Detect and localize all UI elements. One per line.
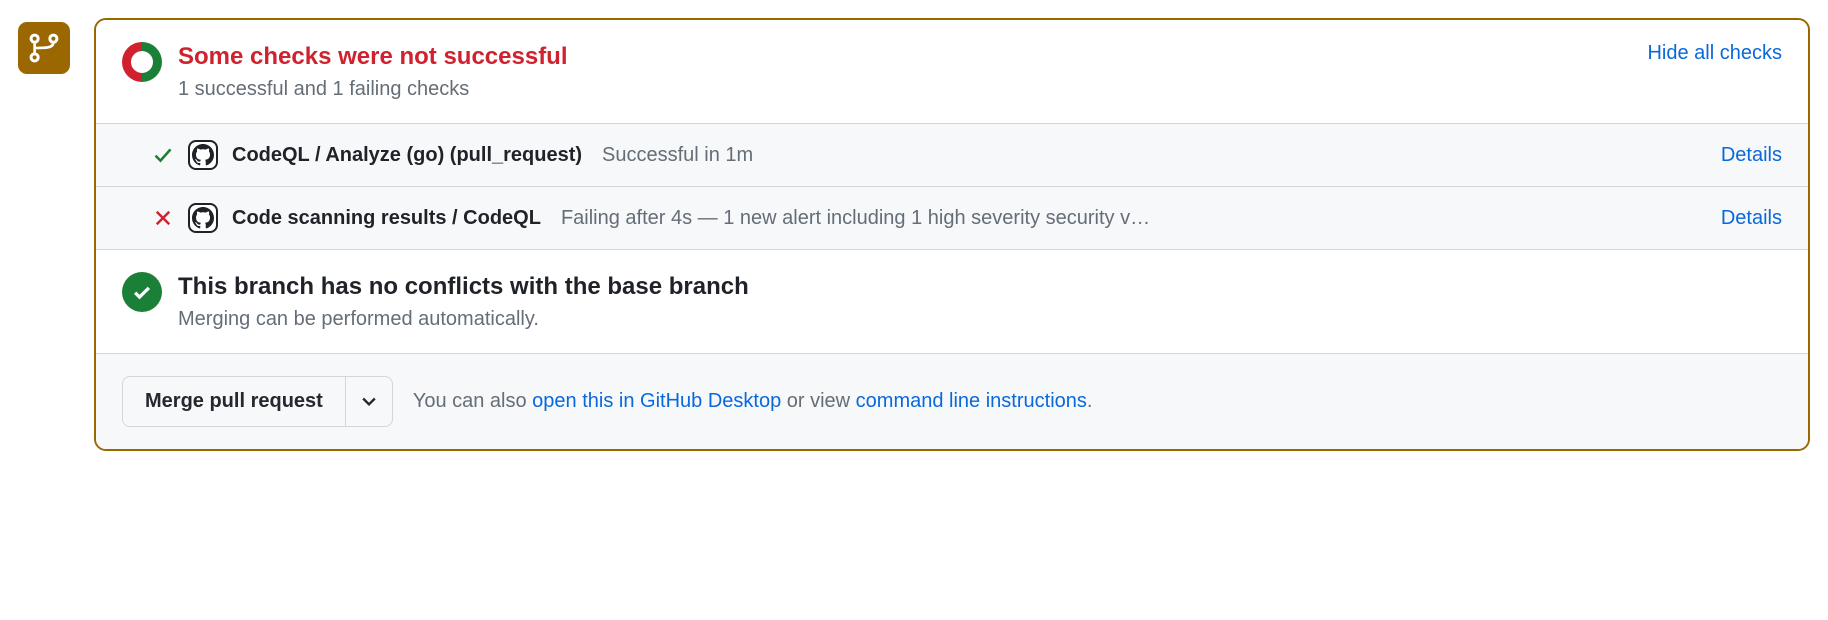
footer-text: or view xyxy=(781,390,855,412)
chevron-down-icon xyxy=(362,397,376,407)
git-branch-icon xyxy=(29,33,59,63)
timeline-git-badge xyxy=(18,22,70,74)
merge-status-section: This branch has no conflicts with the ba… xyxy=(96,250,1808,353)
github-icon xyxy=(188,140,218,170)
check-desc: Successful in 1m xyxy=(602,144,1707,167)
merge-button-group: Merge pull request xyxy=(122,376,393,427)
check-desc: Failing after 4s — 1 new alert including… xyxy=(561,207,1707,230)
check-name: CodeQL / Analyze (go) (pull_request) xyxy=(232,144,582,167)
check-fail-icon xyxy=(152,208,174,228)
github-icon xyxy=(188,203,218,233)
check-success-icon xyxy=(152,145,174,165)
merge-panel: Some checks were not successful Hide all… xyxy=(94,18,1810,451)
check-row: CodeQL / Analyze (go) (pull_request) Suc… xyxy=(96,124,1808,187)
command-line-instructions-link[interactable]: command line instructions xyxy=(856,390,1087,412)
checks-donut-icon xyxy=(122,42,162,82)
checks-status-subtitle: 1 successful and 1 failing checks xyxy=(178,78,1782,101)
check-row: Code scanning results / CodeQL Failing a… xyxy=(96,187,1808,250)
hide-all-checks-link[interactable]: Hide all checks xyxy=(1647,42,1782,65)
checks-status-section: Some checks were not successful Hide all… xyxy=(96,20,1808,123)
check-name: Code scanning results / CodeQL xyxy=(232,207,541,230)
merge-options-caret-button[interactable] xyxy=(345,377,392,426)
check-details-link[interactable]: Details xyxy=(1721,207,1782,230)
merge-status-title: This branch has no conflicts with the ba… xyxy=(178,272,1782,302)
merge-footer: Merge pull request You can also open thi… xyxy=(96,353,1808,449)
merge-status-subtitle: Merging can be performed automatically. xyxy=(178,308,1782,331)
footer-text: . xyxy=(1087,390,1093,412)
footer-text: You can also xyxy=(413,390,532,412)
checks-status-title: Some checks were not successful xyxy=(178,42,568,72)
merge-pull-request-button[interactable]: Merge pull request xyxy=(123,377,345,426)
check-details-link[interactable]: Details xyxy=(1721,144,1782,167)
checks-list: CodeQL / Analyze (go) (pull_request) Suc… xyxy=(96,123,1808,250)
merge-ok-icon xyxy=(122,272,162,312)
merge-footer-text: You can also open this in GitHub Desktop… xyxy=(413,390,1093,413)
open-github-desktop-link[interactable]: open this in GitHub Desktop xyxy=(532,390,781,412)
